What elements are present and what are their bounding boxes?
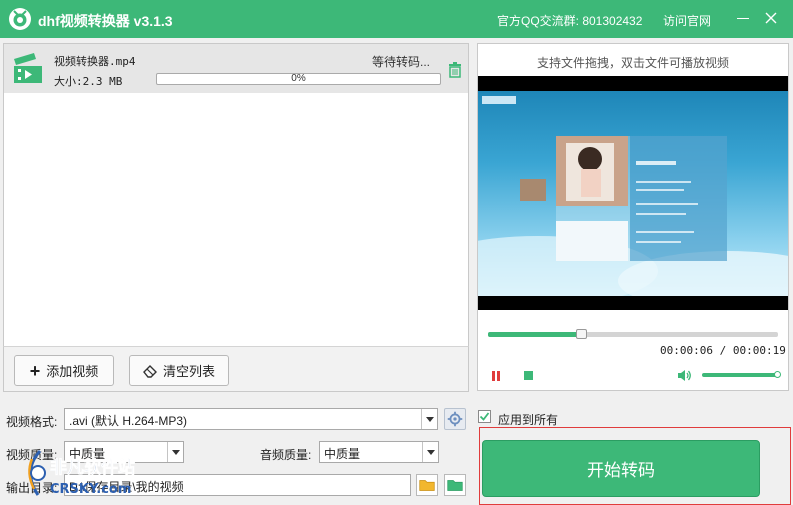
file-size: 大小:2.3 MB (54, 75, 123, 88)
audio-quality-label: 音频质量: (260, 448, 312, 462)
title-bar: dhf视频转换器 v3.1.3 官方QQ交流群: 801302432 访问官网 (0, 0, 793, 38)
start-button-highlight: 开始转码 (479, 427, 791, 505)
watermark-title: 非凡软件站 (50, 457, 135, 478)
stop-icon[interactable] (524, 371, 533, 380)
clear-list-label: 清空列表 (162, 364, 215, 379)
file-list: 视频转换器.mp4 大小:2.3 MB 等待转码... 0% (3, 43, 469, 391)
add-video-label: 添加视频 (46, 364, 99, 379)
gear-icon[interactable] (444, 408, 466, 430)
volume-slider-handle[interactable] (774, 371, 781, 378)
volume-icon[interactable] (677, 369, 692, 382)
preview-panel: 支持文件拖拽，双击文件可播放视频 00:00:06 / 00:00:19 (477, 43, 789, 391)
format-select[interactable]: .avi (默认 H.264-MP3) (64, 408, 438, 430)
conversion-progress-bar: 0% (156, 73, 441, 85)
audio-quality-select[interactable]: 中质量 (319, 441, 439, 463)
checkmark-icon (479, 412, 490, 421)
folder-icon[interactable] (416, 474, 438, 496)
playback-time: 00:00:06 / 00:00:19 (660, 344, 786, 357)
trash-icon[interactable] (448, 62, 462, 78)
eraser-icon (143, 364, 157, 378)
format-value: .avi (默认 H.264-MP3) (69, 414, 188, 428)
pause-icon[interactable] (491, 371, 501, 381)
qq-group-text: 官方QQ交流群: 801302432 (497, 14, 643, 28)
video-preview[interactable] (478, 76, 788, 310)
add-video-button[interactable]: + 添加视频 (14, 355, 114, 386)
apply-all-label: 应用到所有 (498, 413, 559, 427)
watermark-subtitle: CRSKY.com (50, 482, 131, 497)
progress-label: 0% (291, 73, 306, 84)
chevron-down-icon (422, 442, 438, 462)
clear-list-button[interactable]: 清空列表 (129, 355, 229, 386)
list-toolbar: + 添加视频 清空列表 (3, 346, 469, 392)
video-frame (478, 91, 788, 310)
seek-slider[interactable] (488, 329, 778, 339)
chevron-down-icon (421, 409, 437, 429)
app-title: dhf视频转换器 v3.1.3 (38, 13, 173, 29)
list-item[interactable]: 视频转换器.mp4 大小:2.3 MB 等待转码... 0% (4, 44, 468, 93)
file-name: 视频转换器.mp4 (54, 55, 136, 68)
close-icon[interactable] (762, 8, 780, 28)
video-content-image (478, 96, 788, 310)
seek-slider-handle[interactable] (575, 329, 587, 339)
seek-slider-fill (488, 332, 581, 337)
drag-drop-hint: 支持文件拖拽，双击文件可播放视频 (536, 56, 729, 70)
visit-website-link[interactable]: 访问官网 (663, 12, 711, 29)
file-status: 等待转码... (372, 55, 431, 69)
start-convert-button[interactable]: 开始转码 (482, 440, 760, 497)
open-folder-icon[interactable] (444, 474, 466, 496)
apply-all-checkbox[interactable] (478, 410, 491, 423)
chevron-down-icon (167, 442, 183, 462)
minimize-icon[interactable] (734, 8, 752, 28)
plus-icon: + (29, 360, 41, 381)
audio-quality-value: 中质量 (324, 447, 361, 461)
video-file-icon (14, 53, 42, 83)
format-label: 视频格式: (6, 415, 58, 429)
volume-slider[interactable] (702, 371, 781, 378)
watermark-logo: 非凡软件站 CRSKY.com (28, 449, 135, 497)
app-logo-icon (9, 8, 31, 30)
